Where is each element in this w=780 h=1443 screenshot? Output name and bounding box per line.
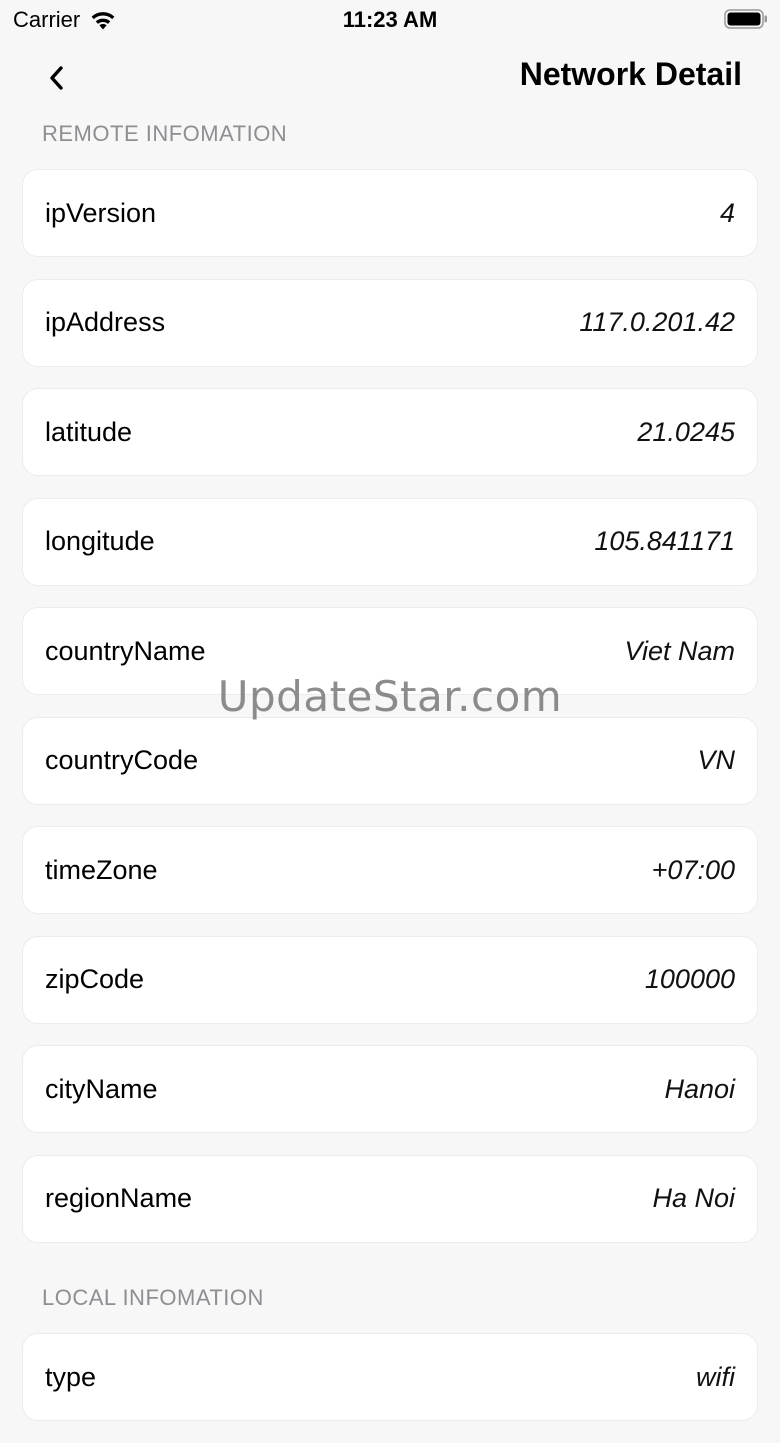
clock: 11:23 AM — [342, 7, 438, 32]
row-label: zipCode — [45, 964, 145, 994]
info-row-ipaddress: ipAddress 117.0.201.42 — [22, 278, 758, 367]
info-row-cityname: cityName Hanoi — [22, 1045, 758, 1133]
navigation-bar: Network Detail — [0, 48, 780, 104]
back-button[interactable] — [36, 60, 76, 96]
battery-icon — [724, 9, 767, 29]
row-label: timeZone — [45, 854, 158, 885]
row-label: regionName — [45, 1183, 193, 1213]
info-row-countrycode: countryCode VN — [22, 716, 758, 805]
local-section-header: LOCAL INFOMATION — [42, 1285, 264, 1310]
row-value: 21.0245 — [637, 416, 735, 447]
row-label: countryCode — [45, 745, 199, 775]
info-row-regionname: regionName Ha Noi — [22, 1154, 758, 1243]
row-value: wifi — [696, 1361, 735, 1392]
row-label: cityName — [45, 1073, 158, 1104]
info-row-zipcode: zipCode 100000 — [22, 935, 758, 1024]
remote-section-header: REMOTE INFOMATION — [42, 121, 288, 146]
row-value: Hanoi — [664, 1073, 735, 1104]
info-row-type: type wifi — [22, 1333, 758, 1421]
local-info-list: type wifi — [22, 1333, 758, 1443]
row-value: 105.841171 — [594, 526, 735, 556]
info-row-timezone: timeZone +07:00 — [22, 826, 758, 914]
remote-info-list: ipVersion 4 ipAddress 117.0.201.42 latit… — [22, 169, 758, 1264]
info-row-longitude: longitude 105.841171 — [22, 497, 758, 586]
row-value: Ha Noi — [652, 1183, 735, 1213]
status-bar: Carrier 11:23 AM — [0, 0, 780, 40]
row-label: countryName — [45, 635, 206, 666]
row-value: 100000 — [644, 964, 735, 994]
info-row-latitude: latitude 21.0245 — [22, 388, 758, 476]
row-label: type — [45, 1361, 97, 1392]
chevron-left-icon — [50, 66, 63, 90]
row-value: Viet Nam — [624, 635, 735, 666]
row-value: VN — [697, 745, 735, 775]
row-label: ipVersion — [45, 197, 157, 228]
info-row-ipversion: ipVersion 4 — [22, 169, 758, 257]
row-label: latitude — [45, 416, 133, 447]
page-title: Network Detail — [519, 56, 742, 92]
row-value: 117.0.201.42 — [579, 307, 735, 337]
row-value: +07:00 — [651, 854, 735, 885]
row-label: longitude — [45, 526, 155, 556]
row-label: ipAddress — [45, 307, 166, 337]
info-row-countryname: countryName Viet Nam — [22, 607, 758, 695]
row-value: 4 — [719, 197, 735, 228]
